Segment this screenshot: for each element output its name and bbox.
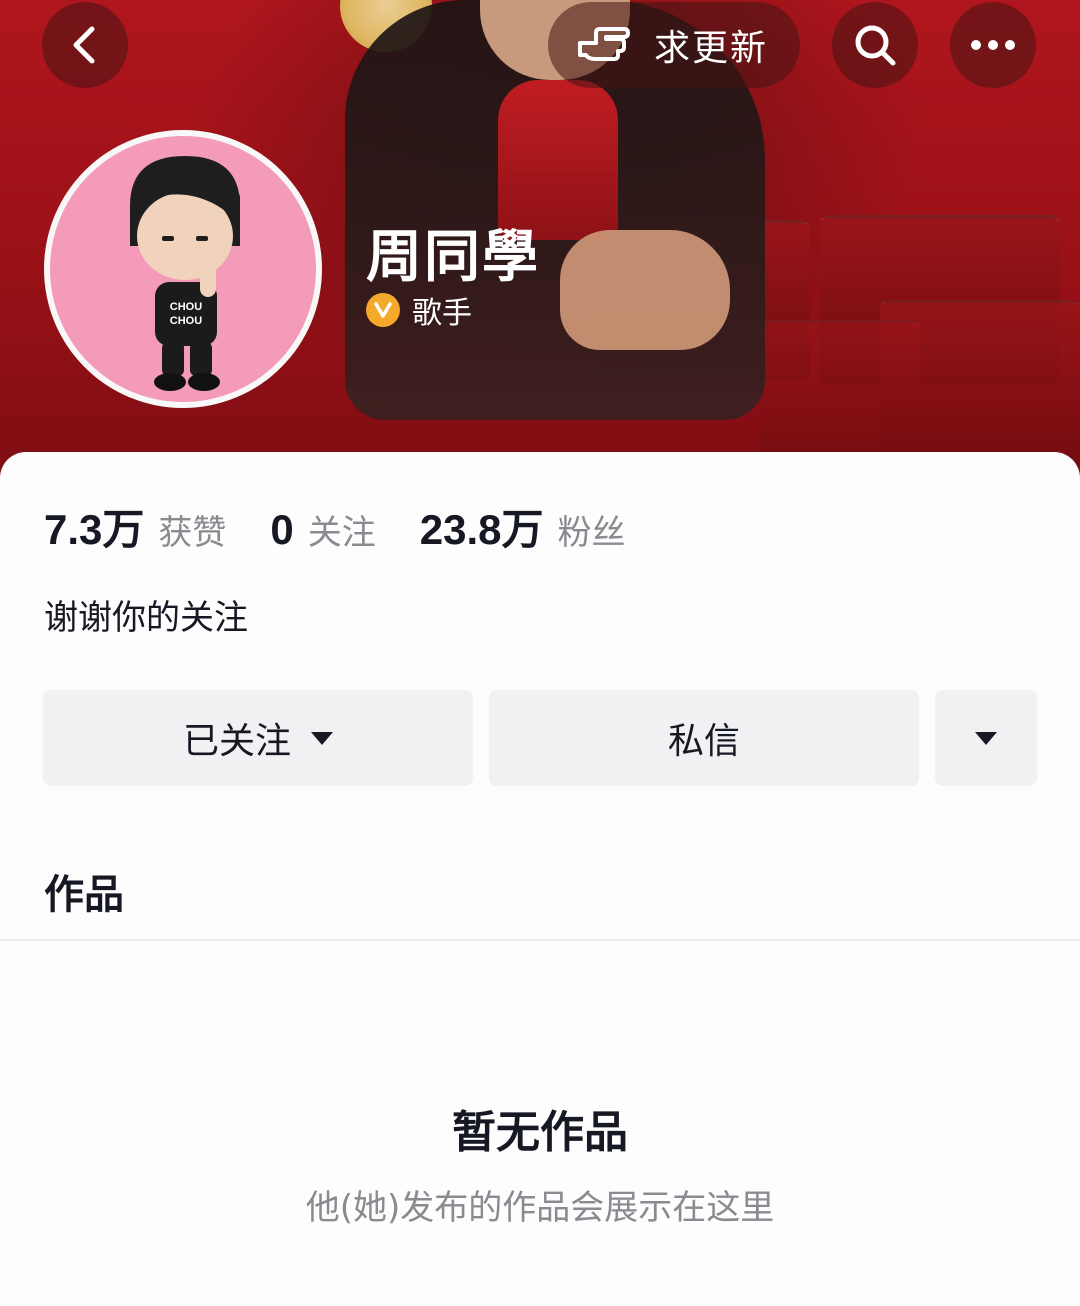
stat-value: 0 bbox=[270, 506, 294, 553]
avatar-image: CHOU CHOU bbox=[50, 136, 316, 402]
verified-badge-icon bbox=[366, 293, 400, 327]
pointing-hand-icon bbox=[578, 27, 630, 61]
stat-label: 粉丝 bbox=[557, 513, 626, 553]
stat-value: 7.3万 bbox=[44, 506, 145, 553]
stat-following[interactable]: 0 关注 bbox=[270, 505, 375, 554]
following-button[interactable]: 已关注 bbox=[43, 690, 473, 786]
role-label: 歌手 bbox=[412, 296, 472, 331]
back-button[interactable] bbox=[42, 2, 128, 88]
svg-text:CHOU: CHOU bbox=[170, 301, 202, 313]
stat-likes[interactable]: 7.3万 获赞 bbox=[44, 496, 226, 557]
profile-bio: 谢谢你的关注 bbox=[44, 598, 248, 638]
svg-text:CHOU: CHOU bbox=[170, 315, 202, 327]
empty-state-title: 暂无作品 bbox=[452, 1107, 628, 1158]
tab-works[interactable]: 作品 bbox=[44, 862, 124, 920]
chevron-left-icon bbox=[73, 26, 95, 64]
following-label: 已关注 bbox=[182, 721, 291, 762]
expand-button[interactable] bbox=[935, 690, 1037, 786]
stats-row: 7.3万 获赞 0 关注 23.8万 粉丝 bbox=[44, 496, 670, 557]
message-button[interactable]: 私信 bbox=[489, 690, 919, 786]
stat-label: 获赞 bbox=[158, 513, 227, 553]
stat-followers[interactable]: 23.8万 粉丝 bbox=[420, 496, 626, 557]
profile-name: 周同學 bbox=[366, 225, 540, 290]
empty-state-subtitle: 他(她)发布的作品会展示在这里 bbox=[305, 1188, 775, 1228]
request-update-button[interactable]: 求更新 bbox=[548, 2, 800, 88]
caret-down-icon bbox=[975, 731, 997, 745]
avatar-figure: CHOU CHOU bbox=[130, 156, 240, 391]
divider bbox=[0, 939, 1080, 941]
search-button[interactable] bbox=[832, 2, 918, 88]
request-update-label: 求更新 bbox=[654, 28, 769, 69]
profile-card: 7.3万 获赞 0 关注 23.8万 粉丝 谢谢你的关注 已关注 私信 作品 暂… bbox=[0, 452, 1080, 1306]
search-icon bbox=[855, 25, 896, 66]
stat-value: 23.8万 bbox=[419, 506, 544, 553]
avatar[interactable]: CHOU CHOU bbox=[44, 130, 322, 408]
verified-role: 歌手 bbox=[366, 288, 472, 332]
message-label: 私信 bbox=[667, 721, 740, 762]
stat-label: 关注 bbox=[307, 513, 376, 553]
caret-down-icon bbox=[311, 731, 333, 745]
profile-page: 求更新 CHOU CHOU 周同學 歌手 7.3万 获赞 0 关注 23.8万 … bbox=[0, 0, 1080, 1306]
more-button[interactable] bbox=[950, 2, 1036, 88]
more-dots-icon bbox=[971, 40, 1015, 50]
